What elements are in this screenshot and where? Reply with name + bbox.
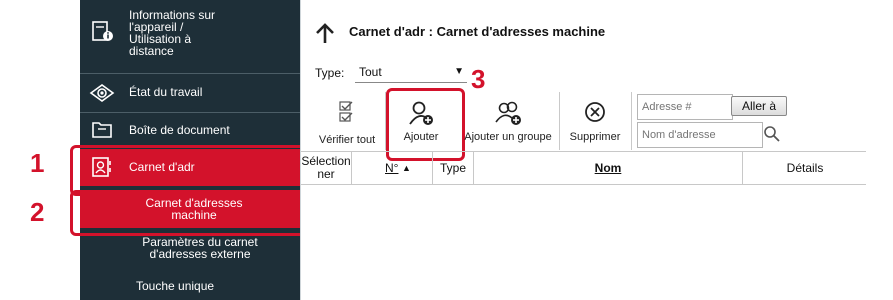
address-number-input[interactable] [637,94,733,120]
sidebar-item-label: Touche unique [136,279,215,293]
type-filter-select[interactable]: Tout ▼ [355,62,467,83]
column-header-type[interactable]: Type [433,152,473,184]
table-header-bottom-border [301,184,867,185]
sort-ascending-icon: ▲ [402,163,411,173]
sidebar-item-label: État du travail [129,85,203,99]
add-group-icon [495,101,521,125]
step-2-number: 2 [30,197,45,227]
delete-label: Supprimer [569,131,621,143]
page-title: Carnet d'adr : Carnet d'adresses machine [349,24,606,39]
toolbar-divider [559,92,560,150]
delete-button[interactable]: Supprimer [563,97,627,147]
address-name-input[interactable] [637,122,763,148]
step-1-number: 1 [30,148,45,178]
device-info-icon [92,21,113,41]
column-header-select[interactable]: Sélection ner [301,152,351,187]
search-icon[interactable] [763,125,781,143]
column-header-number-label: N° [385,161,399,175]
verify-all-label: Vérifier tout [318,134,376,146]
sidebar-item-external-address-book[interactable]: Paramètres du carnet d'adresses externe [80,232,300,262]
arrow-up-icon[interactable] [315,22,335,44]
eye-icon [89,84,115,102]
add-group-label: Ajouter un groupe [464,131,552,143]
step-1-highlight [70,145,306,196]
right-margin [866,0,893,300]
sidebar-item-label: Paramètres du carnet d'adresses externe [142,235,258,261]
sidebar-item-one-touch-key[interactable]: Touche unique [80,272,300,298]
go-to-button[interactable]: Aller à [731,96,787,116]
type-filter-value: Tout [359,65,382,79]
type-filter-label: Type: [315,66,345,80]
step-3-number: 3 [471,64,486,94]
check-list-icon [339,101,353,122]
verify-all-button[interactable]: Vérifier tout [311,100,383,146]
add-group-button[interactable]: Ajouter un groupe [461,97,555,147]
column-header-details[interactable]: Détails [743,152,867,184]
sidebar-item-job-status[interactable]: État du travail [80,74,300,112]
step-2-highlight [70,190,306,236]
toolbar-divider [631,92,632,150]
chevron-down-icon: ▼ [454,66,464,77]
sidebar-item-document-box[interactable]: Boîte de document [80,113,300,147]
column-header-number[interactable]: N° ▲ [352,152,432,184]
folder-icon [92,122,112,138]
delete-circle-x-icon [585,102,605,122]
column-header-name[interactable]: Nom [474,152,742,184]
sidebar-item-label: Boîte de document [129,123,230,137]
sidebar-item-device-info[interactable]: Informations sur l'appareil / Utilisatio… [80,0,300,72]
sidebar-item-label: Informations sur l'appareil / Utilisatio… [129,8,216,58]
main-panel: Carnet d'adr : Carnet d'adresses machine… [300,0,867,300]
